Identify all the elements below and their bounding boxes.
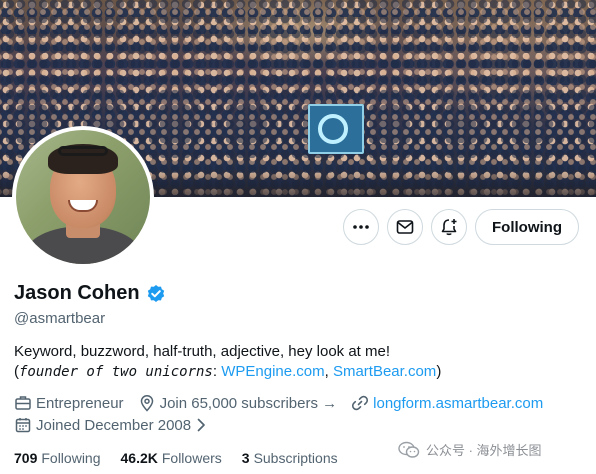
avatar-glasses (58, 146, 108, 156)
following-button[interactable]: Following (475, 209, 579, 245)
followers-label: Followers (161, 450, 222, 466)
display-name: Jason Cohen (14, 282, 140, 304)
profile-avatar[interactable] (12, 126, 154, 268)
link-icon (352, 395, 369, 411)
profile-location: Join 65,000 subscribers → (138, 394, 338, 412)
profile-meta: Entrepreneur Join 65,000 subscribers → l… (14, 394, 557, 412)
followers-count: 46.2K (120, 450, 158, 466)
bio: Keyword, buzzword, half-truth, adjective… (14, 342, 584, 382)
bio-close-paren: ) (436, 363, 442, 380)
joined-text: Joined December 2008 (36, 416, 192, 434)
following-count: 709 (14, 450, 38, 466)
profile-joined-row: Joined December 2008 (14, 416, 221, 434)
location-text: Join 65,000 subscribers → (159, 394, 338, 412)
wechat-icon (398, 441, 420, 458)
following-label: Following (41, 450, 101, 466)
handle: @asmartbear (14, 310, 106, 327)
banner-sign (308, 104, 364, 154)
more-button[interactable] (343, 209, 379, 245)
calendar-icon (15, 418, 31, 433)
verified-badge-icon[interactable] (146, 284, 166, 304)
profile-joined[interactable]: Joined December 2008 (14, 416, 207, 434)
followers-stat[interactable]: 46.2K Followers (121, 450, 222, 466)
profile-website[interactable]: longform.asmartbear.com (351, 394, 543, 412)
profile-category: Entrepreneur (14, 394, 124, 412)
bio-colon: : (212, 363, 222, 380)
bio-comma: , (324, 363, 333, 380)
subscriptions-stat[interactable]: 3 Subscriptions (242, 450, 338, 466)
mail-icon (396, 220, 414, 234)
category-text: Entrepreneur (36, 394, 124, 412)
avatar-photo (16, 130, 150, 264)
chevron-right-icon (197, 418, 205, 432)
following-stat[interactable]: 709 Following (14, 450, 101, 466)
message-button[interactable] (387, 209, 423, 245)
notification-add-icon (441, 219, 457, 236)
bio-line-2: (founder of two unicorns: WPEngine.com, … (14, 362, 584, 382)
bio-line-1: Keyword, buzzword, half-truth, adjective… (14, 343, 391, 360)
watermark: 公众号 · 海外增长图 (398, 440, 542, 459)
bio-link-smartbear[interactable]: SmartBear.com (333, 363, 436, 380)
subscriptions-label: Subscriptions (253, 450, 338, 466)
name-row: Jason Cohen (14, 282, 166, 305)
notifications-button[interactable] (431, 209, 467, 245)
watermark-text: 公众号 · 海外增长图 (426, 443, 542, 458)
bio-italic: founder of two unicorns (19, 364, 213, 380)
briefcase-icon (15, 396, 31, 410)
profile-stats: 709 Following 46.2K Followers 3 Subscriptio… (14, 450, 358, 466)
website-link[interactable]: longform.asmartbear.com (373, 395, 543, 412)
location-pin-icon (140, 395, 153, 412)
subscriptions-count: 3 (241, 450, 250, 466)
more-icon (353, 225, 369, 229)
bio-link-wpengine[interactable]: WPEngine.com (221, 363, 324, 380)
